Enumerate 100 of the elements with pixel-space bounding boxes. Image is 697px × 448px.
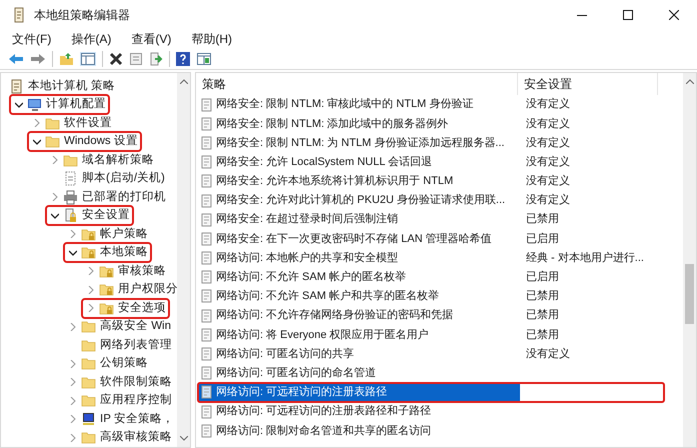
- policy-row[interactable]: 网络访问: 可远程访问的注册表路径和子路径: [198, 402, 664, 422]
- scroll-thumb[interactable]: [685, 264, 694, 324]
- policy-name: 网络访问: 可远程访问的注册表路径: [216, 384, 388, 400]
- policy-name: 网络安全: 在超过登录时间后强制注销: [216, 212, 398, 228]
- tree-label: 安全选项: [118, 300, 166, 316]
- setting-value: 已启用: [526, 232, 559, 247]
- policy-row[interactable]: 网络安全: 允许对此计算机的 PKU2U 身份验证请求使用联... 没有定义: [198, 190, 664, 210]
- tree-item[interactable]: 计算机配置: [11, 96, 108, 114]
- tree-item[interactable]: 安全设置: [47, 207, 132, 224]
- tree-label: 高级审核策略: [100, 429, 172, 446]
- locked-folder-icon: [99, 300, 114, 316]
- policy-icon: [200, 404, 213, 419]
- caret-icon[interactable]: [15, 100, 23, 109]
- policy-row[interactable]: 网络访问: 不允许 SAM 帐户和共享的匿名枚举 已禁用: [198, 286, 664, 306]
- policy-row[interactable]: 网络访问: 将 Everyone 权限应用于匿名用户 已禁用: [198, 325, 664, 344]
- policy-icon: [200, 194, 213, 208]
- policy-row[interactable]: 网络访问: 可匿名访问的命名管道: [198, 364, 664, 383]
- locked-folder-icon: [81, 245, 96, 260]
- scrollbar[interactable]: [177, 73, 190, 447]
- policy-icon: [200, 385, 213, 400]
- policy-icon: [200, 136, 213, 150]
- tree-item[interactable]: 审核策略: [83, 262, 168, 280]
- tree-item[interactable]: IP 安全策略，: [65, 410, 176, 428]
- folder-up-icon[interactable]: [59, 52, 74, 66]
- policy-icon: [200, 174, 213, 188]
- help-icon[interactable]: [176, 52, 190, 66]
- tree-item[interactable]: 域名解析策略: [47, 152, 156, 169]
- tree-item[interactable]: Windows 设置: [29, 133, 140, 150]
- policy-row[interactable]: 网络安全: 允许 LocalSystem NULL 会话回退 没有定义: [198, 152, 664, 172]
- policy-row[interactable]: 网络安全: 限制 NTLM: 添加此域中的服务器例外 没有定义: [198, 114, 664, 134]
- policy-row[interactable]: 网络访问: 可匿名访问的共享 没有定义: [198, 344, 664, 364]
- tree-item[interactable]: 高级安全 Win: [65, 318, 173, 336]
- setting-value: 没有定义: [526, 116, 570, 132]
- locked-folder-icon: [99, 264, 114, 279]
- policy-row[interactable]: 网络访问: 本地帐户的共享和安全模型 经典 - 对本地用户进行...: [198, 248, 664, 268]
- menu-item[interactable]: 帮助(H): [187, 30, 236, 48]
- scroll-up-icon[interactable]: [180, 79, 188, 84]
- setting-value: 已禁用: [526, 212, 559, 228]
- menu-item[interactable]: 查看(V): [127, 30, 176, 48]
- column-header[interactable]: 安全设置: [518, 73, 658, 95]
- tree-item[interactable]: 软件设置: [29, 114, 114, 132]
- policy-scroll-icon: [9, 78, 24, 94]
- policy-name: 网络安全: 允许对此计算机的 PKU2U 身份验证请求使用联...: [216, 192, 506, 208]
- tree-label: 本地策略: [100, 244, 148, 260]
- tree-label: 软件设置: [64, 116, 112, 131]
- folder-icon: [81, 430, 96, 446]
- folder-icon: [81, 356, 96, 372]
- policy-row[interactable]: 网络访问: 限制对命名管道和共享的匿名访问: [198, 421, 664, 440]
- tree-label: 脚本(启动/关机): [82, 170, 165, 186]
- tree-item[interactable]: 安全选项: [83, 300, 168, 317]
- tree-label: Windows 设置: [64, 134, 138, 150]
- policy-icon: [200, 155, 213, 170]
- policy-icon: [200, 424, 213, 438]
- policy-row[interactable]: 网络访问: 不允许存储网络身份验证的密码和凭据 已禁用: [198, 306, 664, 326]
- caret-icon[interactable]: [51, 212, 59, 220]
- scroll-up-icon[interactable]: [686, 79, 694, 84]
- menu-item[interactable]: 操作(A): [67, 30, 116, 48]
- policy-row[interactable]: 网络安全: 限制 NTLM: 为 NTLM 身份验证添加远程服务器... 没有定义: [198, 133, 664, 153]
- setting-value: 没有定义: [526, 346, 570, 362]
- tree-item[interactable]: 公钥策略: [65, 355, 150, 372]
- properties-icon[interactable]: [129, 52, 143, 66]
- policy-row[interactable]: 网络安全: 在超过登录时间后强制注销 已禁用: [198, 210, 664, 230]
- policy-row[interactable]: 网络访问: 不允许 SAM 帐户的匿名枚举 已启用: [198, 268, 664, 287]
- tree-label: 审核策略: [118, 263, 166, 279]
- pane-icon[interactable]: [80, 52, 96, 66]
- script-icon: [63, 171, 78, 186]
- tree-item[interactable]: 帐户策略: [65, 226, 150, 243]
- folder-icon: [45, 134, 60, 150]
- tree-item[interactable]: 已部署的打印机: [47, 188, 168, 206]
- caret-icon[interactable]: [69, 248, 77, 257]
- back-arrow-icon[interactable]: [8, 52, 24, 64]
- export-icon[interactable]: [149, 52, 163, 66]
- policy-row[interactable]: 网络安全: 允许本地系统将计算机标识用于 NTLM 没有定义: [198, 172, 664, 191]
- caret-icon[interactable]: [33, 138, 41, 146]
- policy-row[interactable]: 网络安全: 限制 NTLM: 审核此域中的 NTLM 身份验证 没有定义: [198, 95, 664, 114]
- tree-item[interactable]: 软件限制策略: [65, 374, 174, 391]
- tree-item[interactable]: 高级审核策略: [65, 429, 174, 446]
- policy-name: 网络访问: 本地帐户的共享和安全模型: [216, 250, 398, 266]
- policy-name: 网络访问: 将 Everyone 权限应用于匿名用户: [216, 328, 429, 343]
- column-header[interactable]: 策略: [196, 73, 518, 95]
- view-icon[interactable]: [196, 52, 212, 66]
- tree-item[interactable]: 本地策略: [65, 244, 150, 262]
- tree-item[interactable]: 脚本(启动/关机): [47, 170, 167, 188]
- tree-item[interactable]: 本地计算机 策略: [9, 78, 118, 95]
- locked-folder-icon: [99, 282, 114, 298]
- close-icon: [669, 10, 679, 20]
- policy-row[interactable]: 网络安全: 在下一次更改密码时不存储 LAN 管理器哈希值 已启用: [198, 229, 664, 248]
- policy-icon: [200, 251, 213, 266]
- tree-item[interactable]: 网络列表管理: [65, 336, 174, 354]
- setting-value: 没有定义: [526, 192, 570, 208]
- policy-name: 网络访问: 不允许存储网络身份验证的密码和凭据: [216, 308, 454, 324]
- forward-arrow-icon[interactable]: [30, 52, 46, 64]
- tree-item[interactable]: 应用程序控制: [65, 392, 174, 410]
- policy-icon: [200, 270, 213, 284]
- folder-icon: [45, 116, 60, 131]
- setting-value: 没有定义: [526, 154, 570, 170]
- scroll-down-icon[interactable]: [180, 436, 188, 441]
- delete-icon[interactable]: [109, 52, 123, 66]
- menu-item[interactable]: 文件(F): [8, 30, 56, 48]
- scrollbar[interactable]: [683, 73, 696, 447]
